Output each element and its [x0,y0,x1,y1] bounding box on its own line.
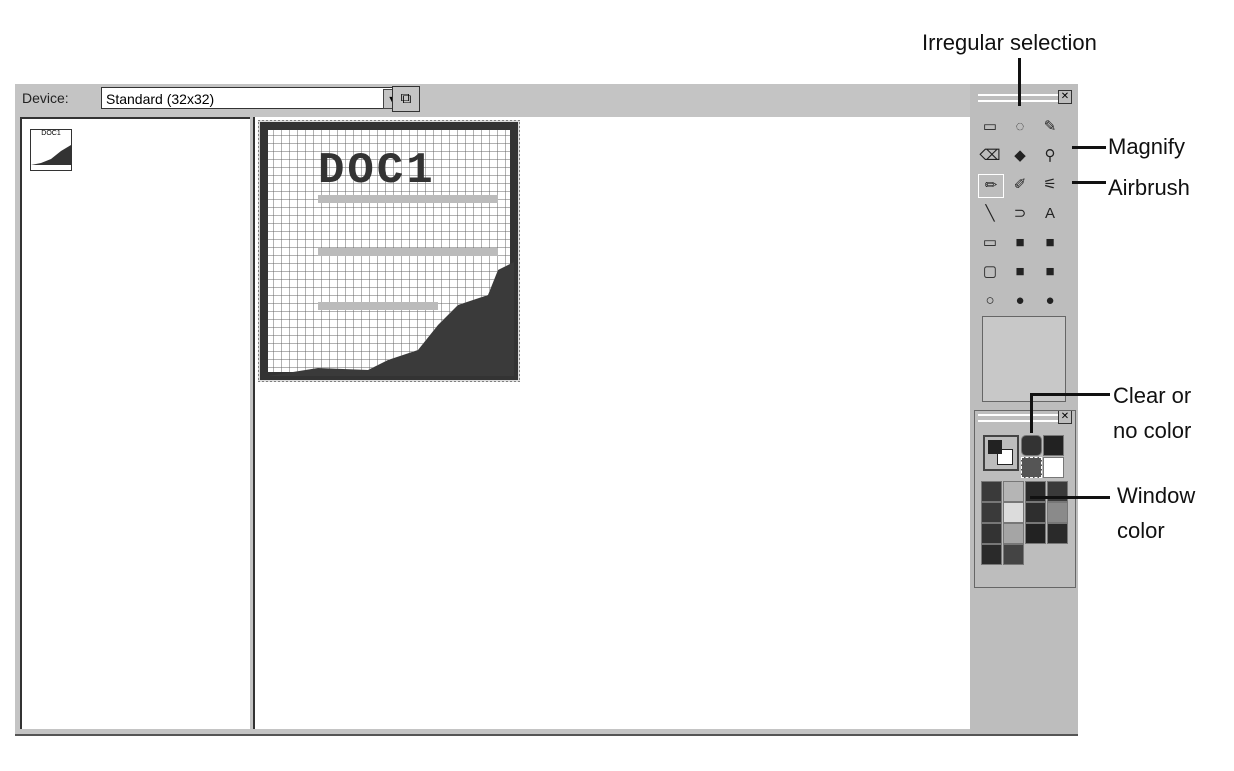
arrow-icon [1030,393,1033,433]
color-swatch[interactable] [1025,523,1046,544]
color-swatch[interactable] [1025,502,1046,523]
page-curl [31,145,71,165]
tool-fill[interactable]: ◆ [1008,145,1032,167]
pixel-grid[interactable]: DOC1 [258,120,520,382]
clear-color-swatch[interactable] [1021,435,1042,456]
color-swatch[interactable] [1047,502,1068,523]
color-swatch[interactable] [1003,544,1024,565]
tool-irregular-selection[interactable]: ◌ [1008,116,1032,138]
tool-eraser[interactable]: ⌫ [978,145,1002,167]
device-select[interactable]: Standard (32x32) [101,87,401,109]
color-swatch[interactable] [1003,523,1024,544]
tool-rectangle[interactable]: ▭ [978,232,1002,254]
annotation-window-color-2: color [1117,518,1165,543]
color-swatch[interactable] [1043,457,1064,478]
tool-rounded-rectangle[interactable]: ▢ [978,261,1002,283]
tool-filled-rectangle-outline[interactable]: ■ [1008,232,1032,254]
thumbnail-label: DOC1 [41,130,61,137]
annotation-magnify: Magnify [1108,134,1186,159]
color-swatch[interactable] [1003,502,1024,523]
tool-filled-ellipse-outline[interactable]: ● [1008,290,1032,312]
close-icon[interactable]: ✕ [1058,90,1072,104]
tool-filled-ellipse[interactable]: ● [1038,290,1062,312]
color-swatch[interactable] [981,502,1002,523]
tool-color-picker[interactable]: ✎ [1038,116,1062,138]
annotation-airbrush: Airbrush [1108,175,1190,200]
tool-brush[interactable]: ✐ [1008,174,1032,196]
arrow-icon [1030,496,1110,499]
annotation-clear-color-1: Clear or [1113,383,1192,408]
tool-preview-box [982,316,1066,402]
icon-text: DOC1 [318,146,436,196]
annotation-window-color-1: Window [1117,483,1196,508]
tool-curve[interactable]: ⊃ [1008,203,1032,225]
arrow-icon [1030,393,1110,396]
annotation-clear-color-2: no color [1113,418,1192,443]
window-color-swatch[interactable] [1021,457,1042,478]
tool-line[interactable]: ╲ [978,203,1002,225]
color-swatch[interactable] [981,481,1002,502]
tool-text[interactable]: A [1038,203,1062,225]
icon-thumbnail[interactable]: DOC1 [30,129,72,171]
current-colors[interactable] [983,435,1019,471]
color-swatch[interactable] [981,523,1002,544]
arrow-icon [1018,58,1021,106]
tool-airbrush[interactable]: ⚟ [1038,174,1062,196]
tool-rectangle-selection[interactable]: ▭ [978,116,1002,138]
tool-filled-rectangle[interactable]: ■ [1038,232,1062,254]
device-label: Device: [22,90,69,106]
tool-filled-rounded-rectangle[interactable]: ■ [1038,261,1062,283]
tool-ellipse[interactable]: ○ [978,290,1002,312]
color-swatch[interactable] [981,544,1002,565]
text-line [318,195,498,203]
arrow-icon [1072,146,1106,149]
tools-palette: ✕ ▭ ◌ ✎ ⌫ ◆ ⚲ ✏ ✐ ⚟ ╲ ⊃ A ▭ ■ ■ ▢ ■ ■ ○ ● ● ✕ [970,84,1078,734]
text-line [318,248,498,256]
arrow-icon [1072,181,1106,184]
tool-pencil[interactable]: ✏ [978,174,1004,198]
annotation-irregular-selection: Irregular selection [922,30,1097,55]
new-image-button[interactable]: ⧉ [392,86,420,112]
tool-magnify[interactable]: ⚲ [1038,145,1062,167]
color-swatch[interactable] [1003,481,1024,502]
image-list-panel [20,117,250,729]
color-swatch[interactable] [1047,523,1068,544]
text-line [318,302,438,310]
tool-filled-rounded-rectangle-outline[interactable]: ■ [1008,261,1032,283]
color-swatch[interactable] [1043,435,1064,456]
color-palette [974,410,1076,588]
